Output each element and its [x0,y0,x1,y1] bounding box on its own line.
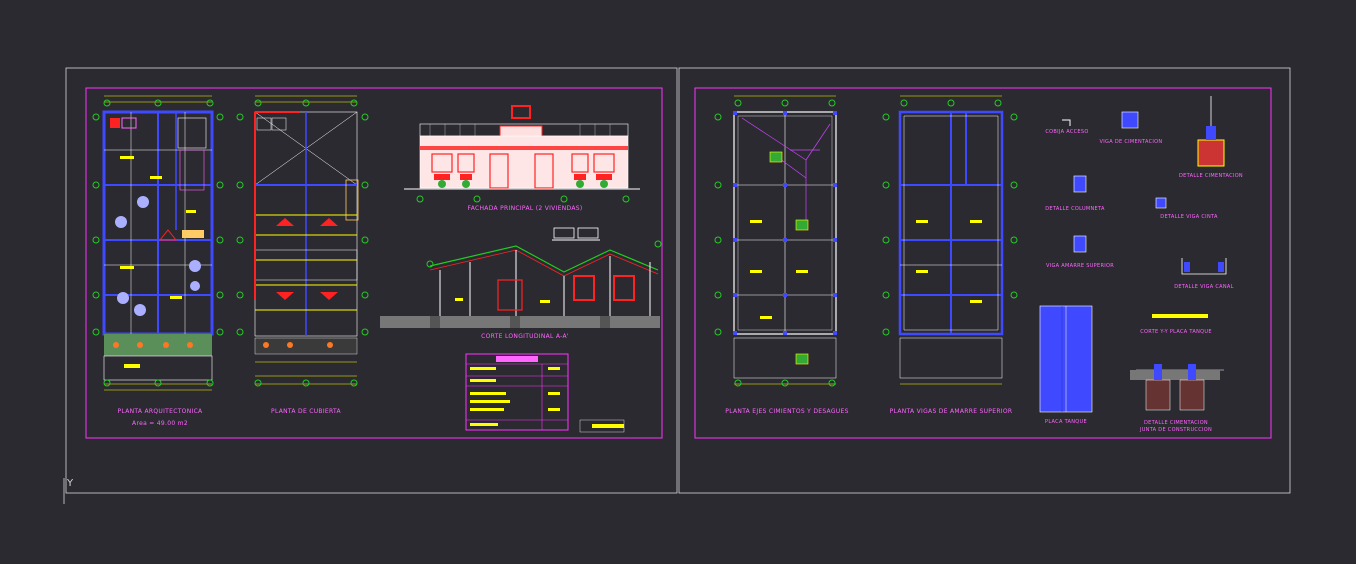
label-detalle-cimentacion: DETALLE CIMENTACION [1179,173,1243,179]
label-area: Area = 49.00 m2 [132,420,188,427]
ucs-axis-icon: Y [63,478,74,504]
planta-cimientos [714,95,837,387]
label-planta-arquitectonica: PLANTA ARQUITECTONICA [117,408,203,415]
label-detalle-columneta: DETALLE COLUMNETA [1045,206,1105,212]
label-planta-cimientos: PLANTA EJES CIMIENTOS Y DESAGUES [725,408,849,415]
planta-vigas [882,95,1018,385]
cuadro-acabados [465,353,625,433]
ucs-label: Y [66,478,74,489]
label-planta-cubierta: PLANTA DE CUBIERTA [271,408,341,415]
label-junta-construccion: JUNTA DE CONSTRUCCION [1139,427,1213,433]
label-corte: CORTE LONGITUDINAL A-A' [481,333,569,340]
label-viga-cimentacion: VIGA DE CIMENTACION [1099,139,1163,145]
label-placa-tanque: PLACA TANQUE [1045,419,1087,425]
label-planta-vigas: PLANTA VIGAS DE AMARRE SUPERIOR [889,408,1013,415]
label-detalle-cimentacion-junta: DETALLE CIMENTACION [1144,420,1208,426]
planta-arquitectonica [92,95,224,391]
label-fachada: FACHADA PRINCIPAL (2 VIVIENDAS) [467,205,583,212]
label-detalle-viga-canal: DETALLE VIGA CANAL [1174,284,1234,290]
planta-cubierta [236,95,369,387]
label-detalle-viga-cinta: DETALLE VIGA CINTA [1160,214,1218,220]
label-viga-amarre-superior: VIGA AMARRE SUPERIOR [1046,263,1114,269]
label-corte-placa-tanque: CORTE Y-Y PLACA TANQUE [1140,329,1212,335]
fachada-principal [404,105,640,203]
corte-longitudinal [380,227,662,328]
label-cobija-acceso: COBIJA ACCESO [1045,129,1089,135]
drawing-canvas[interactable]: Y [0,0,1356,564]
